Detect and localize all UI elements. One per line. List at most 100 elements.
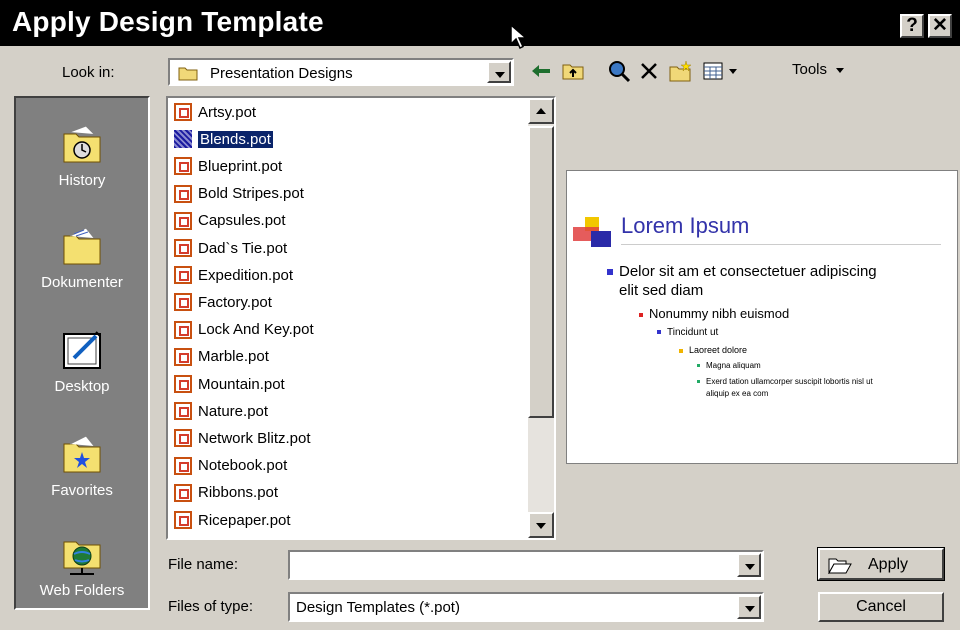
file-name: Ricepaper.pot <box>198 511 291 529</box>
preview-bullet: Exerd tation ullamcorper suscipit lobort… <box>697 377 873 386</box>
apply-button[interactable]: Apply <box>817 547 945 581</box>
preview-bullet-text: elit sed diam <box>619 282 704 299</box>
scroll-thumb[interactable] <box>528 126 554 418</box>
preview-bullet-text: Magna aliquam <box>706 361 761 370</box>
views-icon[interactable] <box>700 58 726 84</box>
powerpoint-template-icon <box>174 293 192 312</box>
file-list[interactable]: Artsy.pot Blends.pot Blueprint.pot Bold Str… <box>166 96 556 540</box>
close-button[interactable]: ✕ <box>928 14 952 38</box>
powerpoint-template-icon <box>174 184 192 203</box>
preview-bullet-text: Exerd tation ullamcorper suscipit lobort… <box>706 377 873 386</box>
files-of-type-dropdown[interactable]: Design Templates (*.pot) <box>288 592 764 622</box>
file-item[interactable]: Capsules.pot <box>174 209 286 233</box>
preview-bullet-text: Delor sit am et consectetuer adipiscing <box>619 263 877 280</box>
file-item[interactable]: Blends.pot <box>174 127 273 151</box>
file-item[interactable]: Ribbons.pot <box>174 481 278 505</box>
look-in-value: Presentation Designs <box>210 65 353 82</box>
file-item[interactable]: Ricepaper.pot <box>174 508 291 532</box>
new-folder-icon[interactable] <box>668 58 694 84</box>
place-dokumenter[interactable]: Dokumenter <box>16 224 148 291</box>
cancel-button[interactable]: Cancel <box>818 592 944 622</box>
preview-bullet: Tincidunt ut <box>657 327 718 338</box>
look-in-dropdown[interactable]: Presentation Designs <box>168 58 514 86</box>
folder-icon <box>178 67 198 81</box>
file-name: Marble.pot <box>198 348 269 366</box>
file-item[interactable]: Mountain.pot <box>174 372 285 396</box>
file-item[interactable]: Dad`s Tie.pot <box>174 236 287 260</box>
file-name-field[interactable] <box>288 550 764 580</box>
file-item[interactable]: Lock And Key.pot <box>174 318 314 342</box>
powerpoint-template-icon <box>174 456 192 475</box>
places-bar: History Dokumenter Desktop Favorites Web… <box>14 96 150 610</box>
file-item[interactable]: Notebook.pot <box>174 454 287 478</box>
web-folders-icon <box>60 532 104 576</box>
scroll-down-button[interactable] <box>528 512 554 538</box>
views-dropdown-icon[interactable] <box>726 58 740 84</box>
place-dokumenter-label: Dokumenter <box>41 274 123 291</box>
place-favorites[interactable]: Favorites <box>16 432 148 499</box>
search-web-icon[interactable] <box>606 58 632 84</box>
file-item[interactable]: Marble.pot <box>174 345 269 369</box>
file-name: Bold Stripes.pot <box>198 185 304 203</box>
file-item[interactable]: Bold Stripes.pot <box>174 182 304 206</box>
chevron-down-icon[interactable] <box>487 61 511 83</box>
preview-title: Lorem Ipsum <box>621 213 750 238</box>
up-one-level-icon[interactable] <box>560 58 586 84</box>
file-item[interactable]: Expedition.pot <box>174 263 293 287</box>
file-name-label: File name: <box>168 556 239 573</box>
bullet-marker-icon <box>697 380 700 384</box>
preview-bullet-text: Laoreet dolore <box>689 345 748 355</box>
chevron-down-icon[interactable] <box>737 553 761 577</box>
file-item[interactable]: Network Blitz.pot <box>174 426 311 450</box>
place-desktop-label: Desktop <box>54 378 110 395</box>
look-in-label: Look in: <box>62 64 115 81</box>
bullet-marker-icon <box>697 364 700 368</box>
powerpoint-template-icon <box>174 211 192 230</box>
file-item[interactable]: Artsy.pot <box>174 100 256 124</box>
back-arrow-icon[interactable] <box>528 58 554 84</box>
powerpoint-template-icon <box>174 320 192 339</box>
vertical-scrollbar[interactable] <box>528 98 554 538</box>
preview-bullet: Delor sit am et consectetuer adipiscing <box>607 263 877 280</box>
bullet-marker-icon <box>607 269 613 276</box>
files-of-type-label: Files of type: <box>168 598 254 615</box>
mouse-cursor-icon <box>510 24 528 50</box>
delete-icon[interactable] <box>636 58 662 84</box>
file-name: Lock And Key.pot <box>198 321 314 339</box>
powerpoint-template-icon <box>174 375 192 393</box>
place-desktop[interactable]: Desktop <box>16 328 148 395</box>
preview-bullet: elit sed diam <box>619 282 703 299</box>
desktop-icon <box>60 328 104 372</box>
place-web-folders[interactable]: Web Folders <box>16 532 148 599</box>
file-item[interactable]: Blueprint.pot <box>174 154 282 178</box>
tools-menu[interactable]: Tools <box>792 61 845 78</box>
powerpoint-template-icon <box>174 157 192 176</box>
file-name: Ribbons.pot <box>198 484 279 502</box>
preview-title-rule <box>621 244 941 245</box>
file-item[interactable]: Factory.pot <box>174 290 272 314</box>
title-bar[interactable]: Apply Design Template ? ✕ <box>0 0 960 50</box>
powerpoint-template-icon <box>174 130 192 149</box>
powerpoint-template-icon <box>174 103 192 121</box>
bullet-marker-icon <box>639 312 643 317</box>
preview-bullet: Nonummy nibh euismod <box>639 306 789 321</box>
tools-label: Tools <box>792 61 828 78</box>
tools-dropdown-icon <box>836 68 845 73</box>
scroll-up-button[interactable] <box>528 98 554 124</box>
documents-folder-icon <box>60 224 104 268</box>
powerpoint-template-icon <box>174 402 192 421</box>
file-name: Capsules.pot <box>198 212 286 230</box>
file-name: Nature.pot <box>198 402 269 420</box>
help-button[interactable]: ? <box>900 14 924 38</box>
preview-bullet: aliquip ex ea com <box>706 389 768 398</box>
preview-bullet-text: Tincidunt ut <box>667 327 719 338</box>
powerpoint-template-icon <box>174 429 192 448</box>
bullet-marker-icon <box>657 330 661 335</box>
place-history[interactable]: History <box>16 122 148 189</box>
file-name: Mountain.pot <box>198 375 285 393</box>
window-title: Apply Design Template <box>12 6 324 37</box>
file-name: Expedition.pot <box>198 266 294 284</box>
file-item[interactable]: Nature.pot <box>174 399 268 423</box>
apply-label: Apply <box>868 556 909 573</box>
chevron-down-icon[interactable] <box>737 595 761 619</box>
